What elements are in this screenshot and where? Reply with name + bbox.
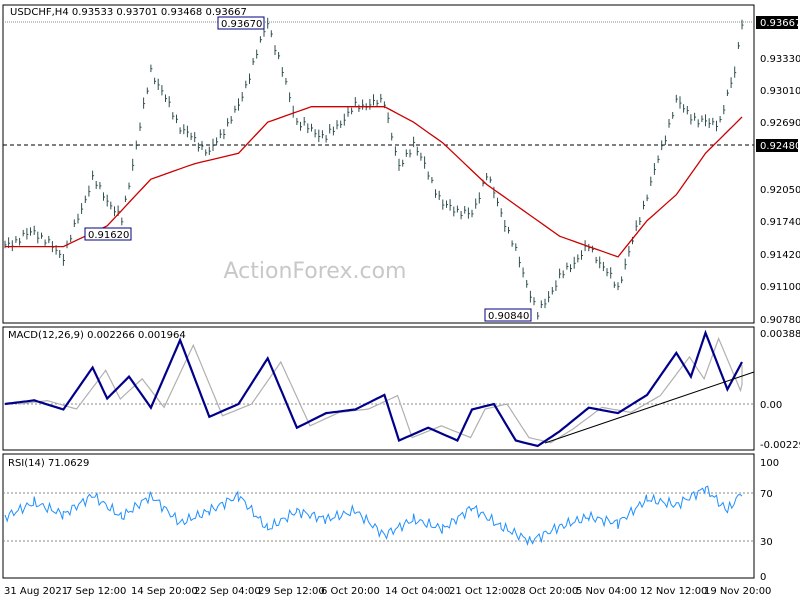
annotation-high: 0.93670 [221,19,262,30]
rsi-tick: 70 [760,489,773,500]
macd-tick: 0.003887 [760,329,800,340]
price-tick: 0.91100 [760,282,800,293]
price-tick: 0.91420 [760,250,800,261]
x-axis: 31 Aug 2021 7 Sep 12:00 14 Sep 20:00 22 … [4,586,771,597]
x-tick: 5 Nov 04:00 [576,586,637,597]
x-tick: 14 Sep 20:00 [131,586,198,597]
rsi-tick: 30 [760,537,773,548]
macd-tick: 0.00 [760,400,782,411]
price-header: USDCHF,H4 0.93533 0.93701 0.93468 0.9366… [10,7,247,18]
rsi-header: RSI(14) 71.0629 [8,458,89,469]
price-tick: 0.90780 [760,315,800,326]
chart-canvas: ActionForex.com 0.93670 0.91620 0.90840 … [2,4,800,597]
x-tick: 29 Sep 12:00 [258,586,325,597]
x-tick: 31 Aug 2021 [4,586,68,597]
macd-header: MACD(12,26,9) 0.002266 0.001964 [8,330,186,341]
last-price-label: 0.93667 [760,18,800,29]
rsi-tick: 100 [760,458,779,469]
rsi-panel-frame [2,453,755,579]
price-tick: 0.92050 [760,185,800,196]
chart-screen: ActionForex.com 0.93670 0.91620 0.90840 … [0,0,800,600]
x-tick: 28 Oct 20:00 [513,586,578,597]
price-tick: 0.92690 [760,118,800,129]
annotation-low1: 0.91620 [88,230,129,241]
price-tick: 0.93010 [760,86,800,97]
x-tick: 12 Nov 12:00 [640,586,707,597]
x-tick: 14 Oct 04:00 [385,586,450,597]
rsi-tick: 0 [760,572,766,583]
price-tick: 0.91740 [760,217,800,228]
watermark: ActionForex.com [224,259,407,284]
level-price-label: 0.92480 [760,141,800,152]
x-tick: 21 Oct 12:00 [449,586,514,597]
price-y-axis: 0.93667 0.93330 0.93010 0.92690 0.92480 … [756,16,800,326]
macd-tick: -0.002294 [760,440,800,451]
price-tick: 0.93330 [760,54,800,65]
x-tick: 19 Nov 20:00 [704,586,771,597]
x-tick: 22 Sep 04:00 [194,586,261,597]
x-tick: 6 Oct 20:00 [321,586,380,597]
annotation-low2: 0.90840 [488,311,529,322]
x-tick: 7 Sep 12:00 [66,586,126,597]
